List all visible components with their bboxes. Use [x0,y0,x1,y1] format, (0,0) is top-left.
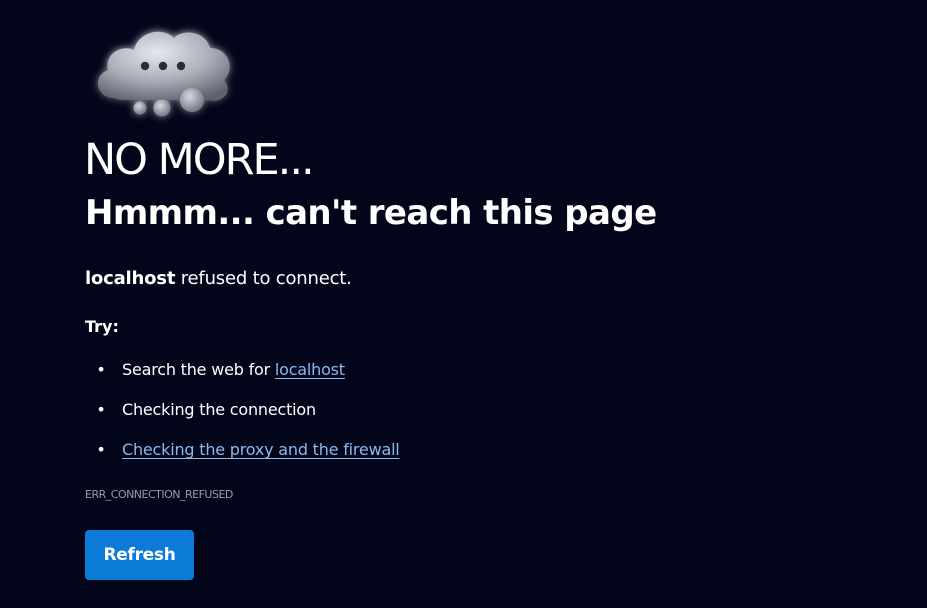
suggestion-list: • Search the web for localhost • Checkin… [96,357,400,477]
host-name: localhost [85,268,176,289]
refresh-button[interactable]: Refresh [85,530,194,580]
page-title: Hmmm... can't reach this page [85,193,657,233]
list-item: • Checking the proxy and the firewall [96,437,400,477]
error-code: ERR_CONNECTION_REFUSED [85,488,233,501]
error-message: localhost refused to connect. [85,267,352,291]
check-connection-text: Checking the connection [122,400,316,419]
search-localhost-link[interactable]: localhost [275,360,345,379]
list-item: • Search the web for localhost [96,357,400,397]
brand-text: NO MORE... [84,135,315,185]
search-prefix-text: Search the web for [122,360,275,379]
thinking-cloud-icon [84,18,244,130]
bullet-icon: • [96,400,106,419]
check-proxy-link[interactable]: Checking the proxy and the firewall [122,440,400,459]
error-message-text: refused to connect. [175,268,352,289]
list-item: • Checking the connection [96,397,400,437]
bullet-icon: • [96,360,106,379]
bullet-icon: • [96,440,106,459]
try-label: Try: [85,317,119,336]
